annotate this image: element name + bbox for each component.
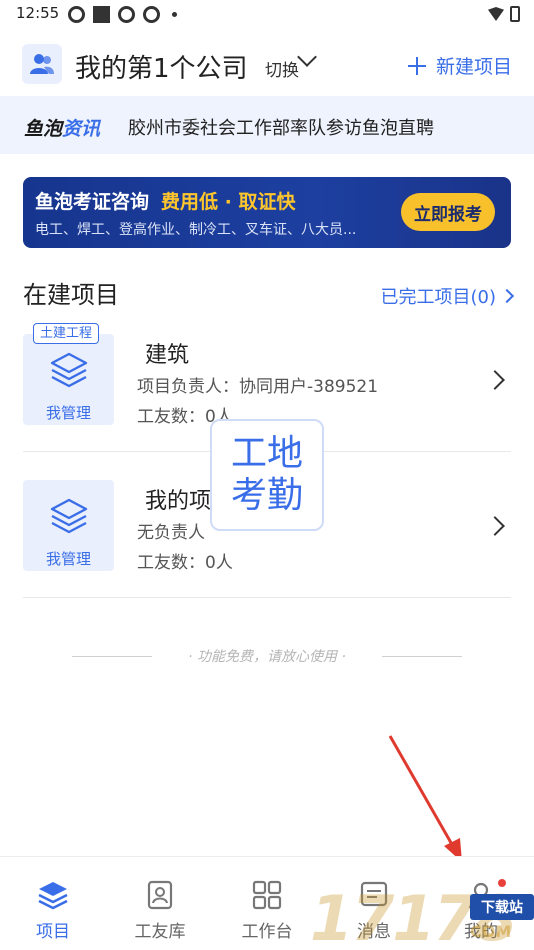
switch-company-button[interactable]: 切换 xyxy=(265,56,299,81)
tab-projects[interactable]: 项目 xyxy=(0,857,106,950)
project-type-tag: 土建工程 xyxy=(33,323,100,344)
banner-subtitle: 电工、焊工、登高作业、制冷工、叉车证、八大员... xyxy=(35,222,357,238)
tab-label: 工友库 xyxy=(134,922,186,942)
system-icons xyxy=(488,6,520,22)
status-bar: 12:55 xyxy=(0,0,534,30)
notification-icons xyxy=(68,6,177,23)
chevron-right-icon xyxy=(499,288,515,304)
layers-icon xyxy=(50,352,88,388)
register-now-button[interactable]: 立即报考 xyxy=(401,193,495,231)
notification-image-icon xyxy=(93,6,110,23)
contacts-book-icon xyxy=(146,879,174,911)
news-headline[interactable]: 胶州市委社会工作部率队参访鱼泡直聘 xyxy=(128,114,434,140)
project-leader: 无负责人 xyxy=(137,523,205,543)
watermark-suffix: COM xyxy=(470,922,512,941)
chevron-down-icon[interactable] xyxy=(297,47,317,67)
new-project-label: 新建项目 xyxy=(435,56,512,78)
project-role: 我管理 xyxy=(45,550,91,568)
more-notifications-icon xyxy=(172,12,177,17)
exam-banner[interactable]: 鱼泡考证咨询 费用低 · 取证快 电工、焊工、登高作业、制冷工、叉车证、八大员.… xyxy=(23,177,511,248)
grid-icon xyxy=(252,879,282,911)
red-arrow-annotation xyxy=(388,735,462,862)
completed-projects-link[interactable]: 已完工项目(0) xyxy=(380,283,515,309)
divider xyxy=(23,597,511,598)
plus-icon xyxy=(407,56,426,75)
project-icon: 我管理 xyxy=(23,480,114,571)
section-title: 在建项目 xyxy=(23,281,119,309)
layers-icon xyxy=(37,879,69,911)
tab-workers[interactable]: 工友库 xyxy=(107,857,213,950)
completed-projects-label: 已完工项目(0) xyxy=(380,287,497,308)
status-time: 12:55 xyxy=(16,4,60,22)
watermark-tag: 下载站 xyxy=(470,894,534,920)
notification-app-icon xyxy=(143,6,160,23)
users-icon xyxy=(30,54,54,74)
banner-slogan: 费用低 · 取证快 xyxy=(161,191,296,213)
news-brand-logo: 鱼泡资讯 xyxy=(24,114,100,141)
site-attendance-button[interactable]: 工地 考勤 xyxy=(210,419,324,531)
notification-app-icon xyxy=(118,6,135,23)
project-workers: 工友数：0人 xyxy=(137,553,233,573)
news-brand-a: 鱼泡 xyxy=(24,118,63,140)
news-brand-b: 资讯 xyxy=(62,118,101,140)
layers-icon xyxy=(50,498,88,534)
tab-workbench[interactable]: 工作台 xyxy=(214,857,320,950)
project-name: 我的项 xyxy=(145,489,212,514)
new-project-button[interactable]: 新建项目 xyxy=(407,52,512,79)
tab-label: 项目 xyxy=(36,922,70,942)
attendance-line1: 工地 xyxy=(230,433,303,474)
battery-icon xyxy=(510,6,520,22)
company-name[interactable]: 我的第1个公司 xyxy=(75,48,248,85)
project-leader: 项目负责人：协同用户-389521 xyxy=(137,377,379,397)
attendance-line2: 考勤 xyxy=(230,475,303,516)
tab-label: 工作台 xyxy=(241,922,293,942)
project-icon: 我管理 xyxy=(23,334,114,425)
company-avatar[interactable] xyxy=(22,44,62,84)
notification-app-icon xyxy=(68,6,85,23)
wifi-icon xyxy=(488,7,504,21)
banner-title: 鱼泡考证咨询 xyxy=(35,191,150,213)
project-role: 我管理 xyxy=(45,404,91,422)
project-name: 建筑 xyxy=(145,343,190,368)
free-notice: · 功能免费，请放心使用 · xyxy=(188,649,346,665)
